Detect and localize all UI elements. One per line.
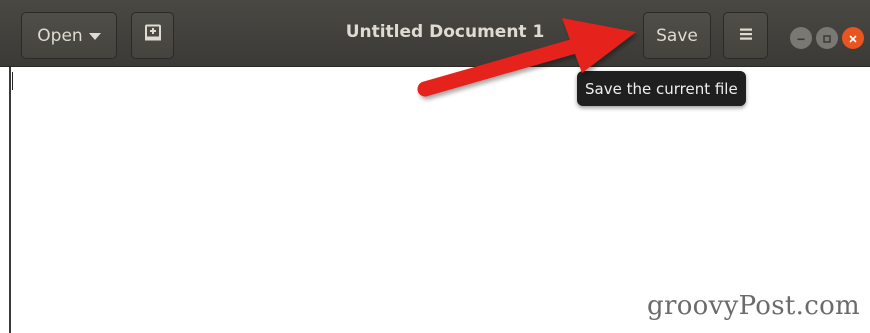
open-button[interactable]: Open	[21, 12, 117, 59]
chevron-down-icon	[88, 33, 101, 40]
window-title: Untitled Document 1	[345, 22, 545, 42]
text-cursor	[12, 72, 13, 90]
maximize-button[interactable]	[816, 27, 838, 49]
save-tooltip: Save the current file	[577, 71, 746, 106]
close-icon	[848, 29, 858, 48]
hamburger-menu-icon	[739, 26, 753, 46]
save-button[interactable]: Save	[643, 12, 711, 59]
save-button-label: Save	[656, 25, 698, 46]
menu-button[interactable]	[723, 12, 768, 59]
maximize-icon	[822, 29, 832, 48]
minimize-icon	[796, 29, 806, 48]
text-editor-window: Open Untitled Document 1 Save Save the c…	[0, 0, 870, 333]
close-button[interactable]	[842, 27, 864, 49]
window-controls	[790, 27, 864, 49]
watermark: groovyPost.com	[647, 291, 860, 321]
minimize-button[interactable]	[790, 27, 812, 49]
new-document-icon	[143, 23, 163, 48]
new-document-button[interactable]	[131, 12, 174, 59]
headerbar: Open Untitled Document 1 Save	[0, 0, 870, 67]
open-button-label: Open	[37, 25, 83, 46]
